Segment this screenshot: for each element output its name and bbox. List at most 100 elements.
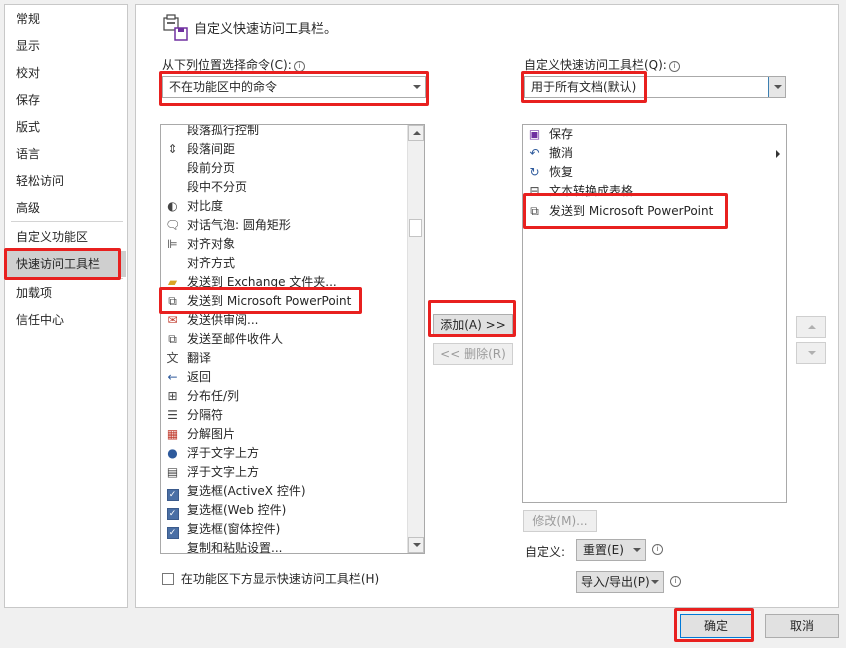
chevron-up-icon (808, 325, 816, 329)
add-button[interactable]: 添加(A) >> (433, 314, 513, 336)
show-below-ribbon-option[interactable]: 在功能区下方显示快速访问工具栏(H) (162, 570, 379, 587)
align-objects-icon: ⊫ (167, 237, 178, 251)
submenu-arrow-icon (776, 150, 780, 158)
toolbar-commands-list[interactable]: ▣ 保存 ↶ 撤消 ↻ 恢复 ⊟ 文本转换成表格... ⧉ 发送到 Microsoft P… (522, 124, 787, 503)
paragraph-spacing-icon: ⇕ (167, 142, 178, 156)
list-item[interactable]: ▦ 分解图片 (161, 425, 424, 444)
list-item[interactable]: ✓ 复选框(ActiveX 控件) (161, 482, 424, 501)
choose-commands-label: 从下列位置选择命令(C): i (162, 56, 305, 73)
toolbar-scope-value: 用于所有文档(默认) (531, 80, 637, 94)
list-item[interactable]: ▣ 保存 (523, 125, 786, 144)
dropdown-button[interactable] (768, 77, 785, 97)
list-item[interactable]: ✓ 复选框(窗体控件) (161, 520, 424, 539)
chevron-down-icon (413, 85, 421, 89)
import-export-button[interactable]: 导入/导出(P) (576, 571, 664, 593)
list-item[interactable]: 段前分页 (161, 159, 424, 178)
list-item[interactable]: ⊫ 对齐对象 (161, 235, 424, 254)
contrast-icon: ◐ (167, 199, 178, 213)
info-icon: i (668, 61, 680, 72)
back-arrow-icon: ← (167, 370, 178, 384)
info-icon: i (670, 576, 681, 587)
list-item[interactable]: ↻ 恢复 (523, 163, 786, 182)
scroll-up-button[interactable] (408, 125, 424, 141)
checkbox-icon: ✓ (165, 503, 180, 520)
checkbox-icon: ✓ (165, 522, 180, 539)
text-to-table-icon: ⊟ (529, 184, 540, 198)
nav-item-language[interactable]: 语言 (6, 141, 126, 167)
quick-access-toolbar-icon (163, 14, 188, 41)
nav-item-trust-center[interactable]: 信任中心 (6, 307, 126, 333)
available-commands-list[interactable]: 段落孤行控制 ⇕ 段落间距 段前分页 段中不分页 ◐ 对比度 🗨 对话气泡: 圆角矩形… (160, 124, 425, 554)
move-up-button[interactable] (796, 316, 826, 338)
nav-item-save[interactable]: 保存 (6, 87, 126, 113)
customize-label: 自定义: (525, 545, 566, 559)
break-icon: ☰ (167, 408, 178, 422)
chevron-down-icon (413, 543, 421, 547)
list-item[interactable]: ⧉ 发送至邮件收件人 (161, 330, 424, 349)
move-down-button[interactable] (796, 342, 826, 364)
page-title: 自定义快速访问工具栏。 (194, 22, 338, 37)
choose-commands-combo[interactable]: 不在功能区中的命令 (162, 76, 426, 98)
nav-divider (11, 278, 123, 279)
list-item[interactable]: ● 浮于文字上方 (161, 444, 424, 463)
powerpoint-send-icon: ⧉ (530, 204, 539, 218)
nav-item-advanced[interactable]: 高级 (6, 195, 126, 221)
translate-icon: 文 (166, 351, 179, 365)
save-icon: ▣ (528, 127, 541, 141)
chevron-down-icon (808, 351, 816, 355)
checkbox-icon: ✓ (165, 484, 180, 501)
powerpoint-send-icon: ⧉ (168, 294, 177, 308)
list-item[interactable]: 🗨 对话气泡: 圆角矩形 (161, 216, 424, 235)
ungroup-picture-icon: ▦ (166, 427, 179, 441)
nav-divider (11, 221, 123, 222)
list-item[interactable]: ↶ 撤消 (523, 144, 786, 163)
float-above-icon: ▤ (166, 465, 179, 479)
list-item[interactable]: ☰ 分隔符 (161, 406, 424, 425)
nav-item-display[interactable]: 显示 (6, 33, 126, 59)
chevron-up-icon (413, 131, 421, 135)
chevron-down-icon (651, 580, 659, 584)
nav-item-quick-access-toolbar[interactable]: 快速访问工具栏 (6, 251, 126, 277)
folder-icon: ▰ (167, 275, 178, 289)
choose-commands-value: 不在功能区中的命令 (169, 80, 278, 94)
list-item[interactable]: ◐ 对比度 (161, 197, 424, 216)
ok-button[interactable]: 确定 (680, 614, 752, 638)
nav-item-customize-ribbon[interactable]: 自定义功能区 (6, 224, 126, 250)
category-nav: 常规 显示 校对 保存 版式 语言 轻松访问 高级 自定义功能区 快速访问工具栏… (4, 4, 128, 608)
chevron-down-icon (633, 548, 641, 552)
reset-button[interactable]: 重置(E) (576, 539, 646, 561)
list-item[interactable]: 对齐方式 (161, 254, 424, 273)
list-item[interactable]: 段中不分页 (161, 178, 424, 197)
list-item[interactable]: ⇕ 段落间距 (161, 140, 424, 159)
nav-item-accessibility[interactable]: 轻松访问 (6, 168, 126, 194)
scroll-down-button[interactable] (408, 537, 424, 553)
list-item-send-to-powerpoint[interactable]: ⧉ 发送到 Microsoft PowerPoint (523, 202, 786, 221)
remove-button[interactable]: << 删除(R) (433, 343, 513, 365)
speech-bubble-icon: 🗨 (165, 218, 181, 232)
list-item[interactable]: ▰ 发送到 Exchange 文件夹... (161, 273, 424, 292)
modify-button[interactable]: 修改(M)... (523, 510, 597, 532)
nav-item-layout[interactable]: 版式 (6, 114, 126, 140)
list-item[interactable]: 文翻译 (161, 349, 424, 368)
list-item[interactable]: 复制和粘贴设置... (161, 539, 424, 553)
scroll-thumb[interactable] (409, 219, 422, 237)
cancel-button[interactable]: 取消 (765, 614, 839, 638)
list-item[interactable]: ▤ 浮于文字上方 (161, 463, 424, 482)
list-item[interactable]: ✓ 复选框(Web 控件) (161, 501, 424, 520)
list-item[interactable]: ← 返回 (161, 368, 424, 387)
toolbar-scope-combo[interactable]: 用于所有文档(默认) (524, 76, 786, 98)
nav-item-add-ins[interactable]: 加载项 (6, 280, 126, 306)
left-list-scrollbar[interactable] (407, 125, 424, 553)
float-above-icon: ● (167, 446, 178, 460)
undo-icon: ↶ (529, 146, 540, 160)
review-send-icon: ✉ (167, 313, 178, 327)
nav-item-general[interactable]: 常规 (6, 6, 126, 32)
chevron-down-icon (774, 85, 782, 89)
nav-item-proofing[interactable]: 校对 (6, 60, 126, 86)
list-item-send-to-powerpoint[interactable]: ⧉ 发送到 Microsoft PowerPoint (161, 292, 424, 311)
list-item[interactable]: ✉ 发送供审阅... (161, 311, 424, 330)
list-item[interactable]: 段落孤行控制 (161, 125, 424, 140)
show-below-ribbon-checkbox[interactable] (162, 573, 174, 585)
list-item[interactable]: ⊟ 文本转换成表格... (523, 182, 786, 201)
list-item[interactable]: ⊞ 分布任/列 (161, 387, 424, 406)
